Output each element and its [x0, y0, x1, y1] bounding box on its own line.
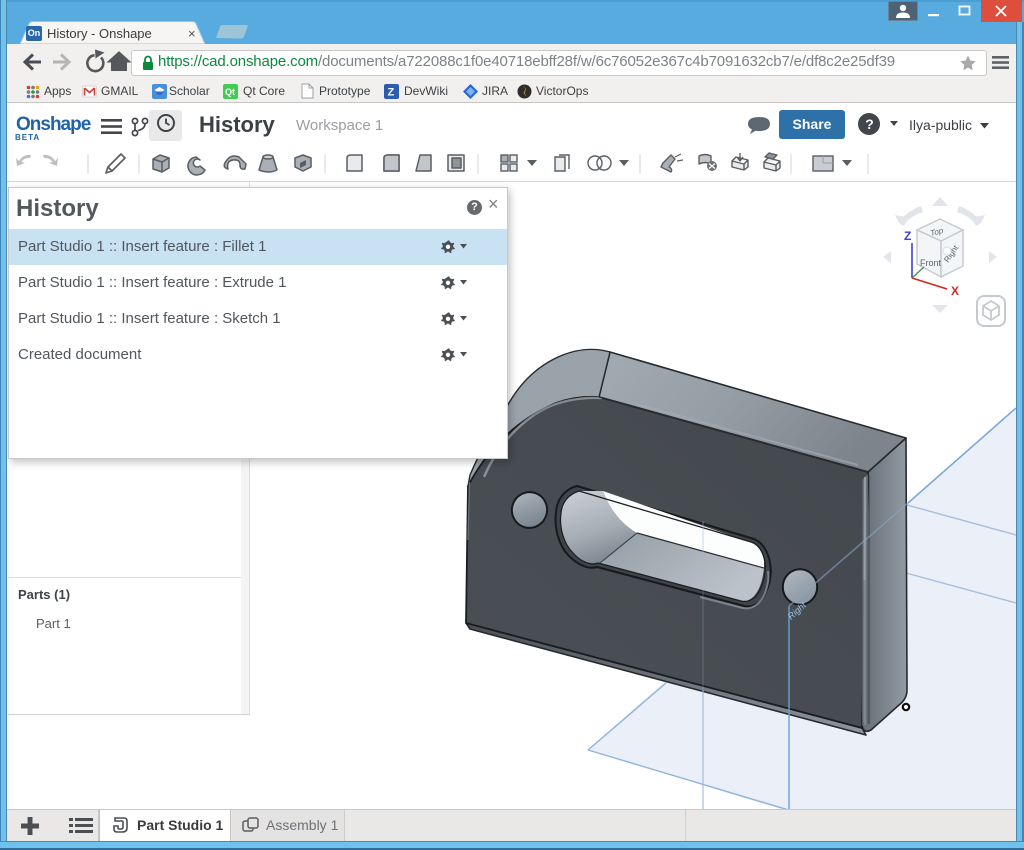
svg-text:Front: Front — [920, 258, 942, 268]
svg-text:Z: Z — [388, 87, 395, 99]
svg-text:Z: Z — [904, 229, 911, 243]
svg-text:X: X — [951, 284, 959, 298]
svg-text:?: ? — [865, 116, 874, 132]
svg-text:Qt: Qt — [225, 87, 235, 97]
